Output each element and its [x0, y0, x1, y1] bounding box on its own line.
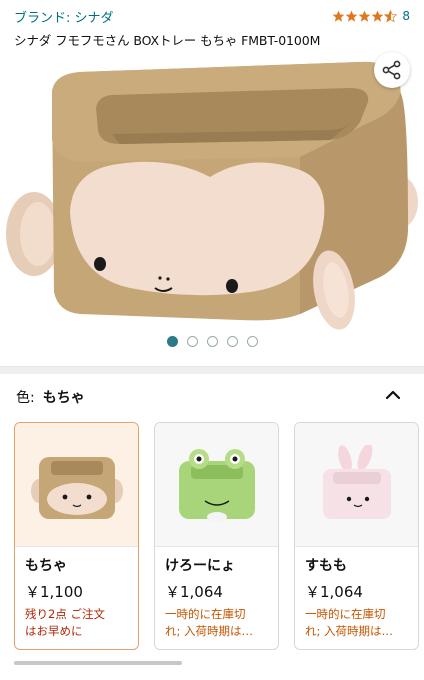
- variant-card-kero[interactable]: けろーにょ ￥1,064 一時的に在庫切 れ; 入荷時期は…: [154, 422, 279, 650]
- carousel-dot[interactable]: [166, 336, 178, 347]
- variant-info: けろーにょ ￥1,064 一時的に在庫切 れ; 入荷時期は…: [155, 547, 278, 640]
- chevron-up-icon[interactable]: [382, 384, 404, 406]
- color-selector-header[interactable]: 色: もちゃ: [16, 384, 408, 410]
- variant-thumbnail: [155, 423, 278, 547]
- availability-line: れ; 入荷時期は…: [165, 624, 254, 638]
- star-full-icon: [359, 10, 371, 22]
- variant-info: もちゃ ￥1,100 残り2点 ご注文 はお早めに: [15, 547, 138, 640]
- variant-availability: 一時的に在庫切 れ; 入荷時期は…: [305, 606, 408, 640]
- carousel-dot[interactable]: [186, 336, 198, 347]
- product-image[interactable]: [0, 52, 424, 330]
- variant-thumbnail: [295, 423, 418, 547]
- frog-tray-thumbnail: [178, 448, 255, 522]
- availability-line: れ; 入荷時期は…: [305, 624, 394, 638]
- variant-price: ￥1,100: [25, 583, 83, 601]
- availability-line: 一時的に在庫切: [305, 607, 386, 621]
- carousel-dot[interactable]: [206, 336, 218, 347]
- variant-price: ￥1,064: [165, 583, 223, 601]
- variant-name: もちゃ: [25, 558, 67, 574]
- color-label: 色:: [16, 390, 35, 406]
- availability-line: 残り2点 ご注文: [25, 607, 105, 621]
- variant-card-mocha[interactable]: もちゃ ￥1,100 残り2点 ご注文 はお早めに: [14, 422, 139, 650]
- variant-price: ￥1,064: [305, 583, 363, 601]
- availability-line: 一時的に在庫切: [165, 607, 246, 621]
- carousel-dot[interactable]: [226, 336, 238, 347]
- star-rating-icon: [332, 9, 398, 23]
- rating[interactable]: 8: [332, 9, 410, 23]
- variant-thumbnail: [15, 423, 138, 547]
- variant-card-sumomo[interactable]: すもも ￥1,064 一時的に在庫切 れ; 入荷時期は…: [294, 422, 419, 650]
- star-half-icon: [384, 9, 398, 22]
- star-full-icon: [372, 10, 384, 22]
- availability-line: はお早めに: [25, 624, 83, 638]
- variant-availability: 一時的に在庫切 れ; 入荷時期は…: [165, 606, 268, 640]
- rating-count[interactable]: 8: [402, 9, 410, 23]
- selected-color-value: もちゃ: [42, 390, 85, 406]
- section-divider: [0, 366, 424, 374]
- variant-name: すもも: [305, 558, 347, 574]
- share-icon: [382, 60, 401, 80]
- variant-info: すもも ￥1,064 一時的に在庫切 れ; 入荷時期は…: [295, 547, 418, 640]
- product-header: ブランド: シナダ 8 シナダ フモフモさん BOXトレー もちゃ FMBT-0…: [0, 0, 424, 50]
- share-button[interactable]: [374, 52, 410, 88]
- rabbit-tray-thumbnail: [322, 444, 391, 519]
- horizontal-scrollbar[interactable]: [14, 661, 182, 665]
- carousel-dot[interactable]: [246, 336, 258, 347]
- brand-link[interactable]: ブランド: シナダ: [14, 7, 114, 26]
- product-title: シナダ フモフモさん BOXトレー もちゃ FMBT-0100M: [14, 33, 321, 48]
- monkey-box-tray-image: [6, 61, 418, 330]
- star-full-icon: [346, 10, 358, 22]
- variant-availability: 残り2点 ご注文 はお早めに: [25, 606, 128, 640]
- image-carousel-dots: [0, 336, 424, 347]
- star-full-icon: [333, 10, 345, 22]
- color-variant-list: もちゃ ￥1,100 残り2点 ご注文 はお早めに けろーにょ ￥1,064 一…: [14, 422, 424, 650]
- brand-rating-row: ブランド: シナダ 8: [14, 6, 410, 26]
- variant-name: けろーにょ: [165, 558, 235, 574]
- monkey-tray-thumbnail: [30, 456, 123, 519]
